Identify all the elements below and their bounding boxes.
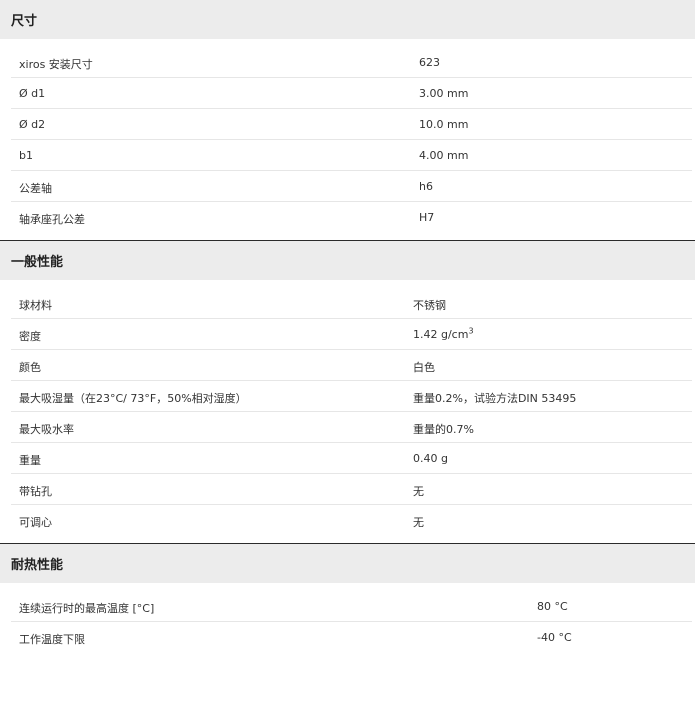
spec-row: 密度 1.42 g/cm3: [11, 319, 692, 350]
spec-value: 白色: [413, 361, 435, 374]
spec-label: 密度: [19, 330, 41, 343]
spec-label: b1: [19, 149, 33, 162]
spec-label: xiros 安装尺寸: [19, 58, 93, 71]
spec-row: 可调心 无: [11, 505, 692, 535]
spec-value: H7: [419, 211, 435, 224]
spec-row: 带钻孔 无: [11, 474, 692, 505]
section-title: 一般性能: [0, 241, 695, 280]
spec-table: 球材料 不锈钢 密度 1.42 g/cm3 颜色 白色 最大吸湿量（在23°C/ 73…: [0, 280, 695, 543]
spec-row: 颜色 白色: [11, 350, 692, 381]
spec-label: 连续运行时的最高温度 [°C]: [19, 602, 155, 615]
spec-label: 公差轴: [19, 182, 52, 195]
section-title: 耐热性能: [0, 544, 695, 583]
spec-value: 1.42 g/cm3: [413, 326, 474, 341]
spec-value: 重量0.2%，试验方法DIN 53495: [413, 392, 577, 405]
spec-value: 无: [413, 485, 424, 498]
section-thermal-properties: 耐热性能 连续运行时的最高温度 [°C] 80 °C 工作温度下限 -40 °C: [0, 544, 695, 660]
spec-value: 10.0 mm: [419, 118, 469, 131]
spec-row: 连续运行时的最高温度 [°C] 80 °C: [11, 591, 692, 622]
spec-row: Ø d2 10.0 mm: [11, 109, 692, 140]
spec-label: 球材料: [19, 299, 52, 312]
density-value: 1.42 g/cm: [413, 328, 469, 341]
spec-table: 连续运行时的最高温度 [°C] 80 °C 工作温度下限 -40 °C: [0, 583, 695, 660]
spec-row: 重量 0.40 g: [11, 443, 692, 474]
spec-row: b1 4.00 mm: [11, 140, 692, 171]
spec-label: 最大吸湿量（在23°C/ 73°F，50%相对湿度）: [19, 392, 247, 405]
spec-value: 3.00 mm: [419, 87, 469, 100]
section-general-properties: 一般性能 球材料 不锈钢 密度 1.42 g/cm3 颜色 白色 最大吸湿量（在23°…: [0, 241, 695, 543]
spec-table: xiros 安装尺寸 623 Ø d1 3.00 mm Ø d2 10.0 mm b1…: [0, 39, 695, 240]
spec-value: 无: [413, 516, 424, 529]
spec-label: 可调心: [19, 516, 52, 529]
density-exponent: 3: [468, 326, 474, 336]
spec-value: -40 °C: [537, 631, 572, 644]
spec-sheet: 尺寸 xiros 安装尺寸 623 Ø d1 3.00 mm Ø d2 10.0 mm…: [0, 0, 695, 660]
spec-label: Ø d1: [19, 87, 46, 100]
spec-row: 公差轴 h6: [11, 171, 692, 202]
spec-row: 轴承座孔公差 H7: [11, 202, 692, 232]
spec-value: 不锈钢: [413, 299, 446, 312]
spec-value: h6: [419, 180, 433, 193]
spec-row: 工作温度下限 -40 °C: [11, 622, 692, 652]
spec-row: 球材料 不锈钢: [11, 288, 692, 319]
spec-row: 最大吸湿量（在23°C/ 73°F，50%相对湿度） 重量0.2%，试验方法DIN…: [11, 381, 692, 412]
section-title: 尺寸: [0, 0, 695, 39]
spec-value: 重量的0.7%: [413, 423, 474, 436]
spec-value: 4.00 mm: [419, 149, 469, 162]
spec-label: 颜色: [19, 361, 41, 374]
section-dimensions: 尺寸 xiros 安装尺寸 623 Ø d1 3.00 mm Ø d2 10.0 mm…: [0, 0, 695, 240]
spec-label: 工作温度下限: [19, 633, 85, 646]
spec-label: 带钻孔: [19, 485, 52, 498]
spec-label: 轴承座孔公差: [19, 213, 85, 226]
spec-label: 最大吸水率: [19, 423, 74, 436]
spec-value: 0.40 g: [413, 452, 448, 465]
spec-row: xiros 安装尺寸 623: [11, 47, 692, 78]
spec-label: Ø d2: [19, 118, 46, 131]
spec-row: 最大吸水率 重量的0.7%: [11, 412, 692, 443]
spec-row: Ø d1 3.00 mm: [11, 78, 692, 109]
spec-value: 80 °C: [537, 600, 568, 613]
spec-value: 623: [419, 56, 440, 69]
spec-label: 重量: [19, 454, 41, 467]
